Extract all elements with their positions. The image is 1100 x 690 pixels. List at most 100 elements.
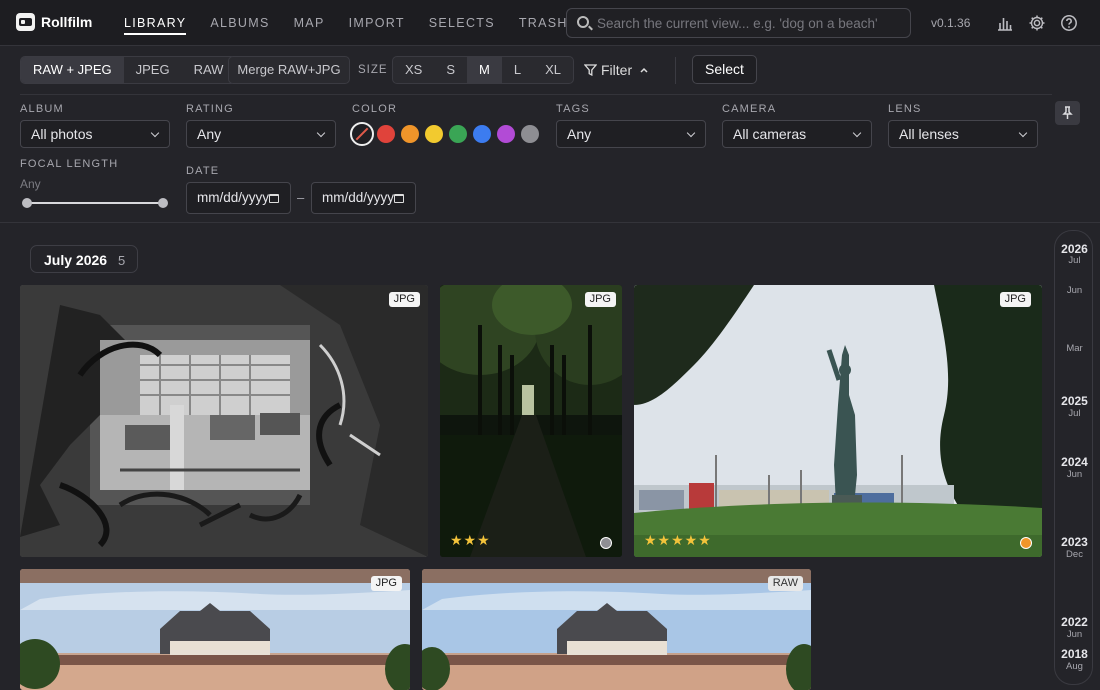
film-camera-icon	[16, 13, 35, 31]
date-to-placeholder: mm/dd/yyyy	[322, 190, 395, 205]
color-yellow-swatch[interactable]	[425, 125, 443, 143]
rating-select[interactable]: Any	[186, 120, 336, 148]
format-jpeg[interactable]: JPEG	[124, 57, 182, 83]
focal-length-min-handle[interactable]	[22, 198, 32, 208]
app-name: Rollfilm	[41, 14, 93, 30]
toolbar-divider	[675, 57, 676, 84]
filter-label: Filter	[601, 62, 633, 78]
calendar-icon	[269, 194, 279, 203]
stats-icon[interactable]	[996, 14, 1014, 32]
date-separator: –	[297, 190, 305, 205]
month-group-count: 5	[118, 253, 126, 268]
size-xs[interactable]: XS	[393, 57, 434, 83]
filter-toggle[interactable]: Filter	[584, 56, 649, 84]
rating-stars: ★★★★★	[644, 532, 712, 548]
color-gray-swatch[interactable]	[521, 125, 539, 143]
timeline-month[interactable]: Mar	[1055, 343, 1094, 354]
chevron-down-icon	[686, 128, 696, 138]
photo-thumbnail[interactable]: JPG	[20, 285, 428, 557]
timeline-year[interactable]: 2024	[1055, 455, 1094, 469]
photo-thumbnail[interactable]: JPG ★★★★★	[634, 285, 1042, 557]
size-m[interactable]: M	[467, 57, 502, 83]
nav-library[interactable]: LIBRARY	[124, 0, 187, 46]
month-group-header[interactable]: July 2026 5	[30, 245, 138, 273]
lens-label: LENS	[888, 103, 922, 115]
color-red-swatch[interactable]	[377, 125, 395, 143]
chevron-down-icon	[852, 128, 862, 138]
photo-thumbnail[interactable]: JPG	[20, 569, 410, 690]
size-toggle: XS S M L XL	[392, 56, 574, 84]
app-logo[interactable]: Rollfilm	[16, 13, 92, 31]
camera-label: CAMERA	[722, 103, 777, 115]
color-green-swatch[interactable]	[449, 125, 467, 143]
color-label: COLOR	[352, 103, 398, 115]
timeline-month[interactable]: Jun	[1055, 469, 1094, 480]
calendar-icon	[394, 194, 404, 203]
timeline-year[interactable]: 2022	[1055, 615, 1094, 629]
album-label: ALBUM	[20, 103, 64, 115]
nav-map[interactable]: MAP	[294, 0, 325, 46]
focal-length-max-handle[interactable]	[158, 198, 168, 208]
main-nav: LIBRARY ALBUMS MAP IMPORT SELECTS TRASH	[124, 0, 592, 46]
tags-label: TAGS	[556, 103, 590, 115]
focal-length-label: FOCAL LENGTH	[20, 158, 119, 170]
nav-import[interactable]: IMPORT	[349, 0, 405, 46]
size-s[interactable]: S	[434, 57, 467, 83]
filter-panel-divider	[0, 222, 1100, 223]
focal-length-track	[27, 202, 163, 204]
album-value: All photos	[31, 126, 93, 142]
camera-select[interactable]: All cameras	[722, 120, 872, 148]
pin-panel-button[interactable]	[1055, 101, 1080, 125]
timeline-month[interactable]: Jul	[1055, 255, 1094, 266]
format-raw-jpeg[interactable]: RAW + JPEG	[21, 57, 124, 83]
nav-selects[interactable]: SELECTS	[429, 0, 495, 46]
color-blue-swatch[interactable]	[473, 125, 491, 143]
search-box	[566, 8, 911, 38]
photo-tree-alley	[440, 285, 622, 557]
chevron-up-icon	[640, 67, 648, 73]
size-l[interactable]: L	[502, 57, 533, 83]
album-select[interactable]: All photos	[20, 120, 170, 148]
photo-thumbnail[interactable]: JPG ★★★	[440, 285, 622, 557]
timeline-month[interactable]: Jun	[1055, 629, 1094, 640]
format-badge: JPG	[999, 292, 1031, 307]
focal-length-value: Any	[20, 177, 41, 191]
timeline-scrubber[interactable]: 2026 Jul Jun Mar 2025 Jul 2024 Jun 2023 …	[1054, 230, 1093, 685]
chevron-down-icon	[150, 128, 160, 138]
timeline-month[interactable]: Dec	[1055, 549, 1094, 560]
timeline-year[interactable]: 2026	[1055, 242, 1094, 256]
lens-select[interactable]: All lenses	[888, 120, 1038, 148]
timeline-year[interactable]: 2023	[1055, 535, 1094, 549]
timeline-year[interactable]: 2025	[1055, 394, 1094, 408]
pin-icon	[1062, 106, 1073, 119]
size-label: SIZE	[358, 64, 388, 76]
color-none-swatch[interactable]	[350, 122, 374, 146]
photo-house-wall-raw	[422, 569, 811, 690]
app-version: v0.1.36	[931, 16, 971, 30]
search-input[interactable]	[597, 9, 905, 37]
select-button[interactable]: Select	[692, 55, 757, 84]
top-bar: Rollfilm LIBRARY ALBUMS MAP IMPORT SELEC…	[0, 0, 1100, 46]
photo-thumbnail[interactable]: RAW	[422, 569, 811, 690]
nav-albums[interactable]: ALBUMS	[210, 0, 269, 46]
color-purple-swatch[interactable]	[497, 125, 515, 143]
photo-graffiti-window	[20, 285, 428, 557]
format-badge: JPG	[388, 292, 420, 307]
gear-icon[interactable]	[1028, 14, 1046, 32]
timeline-month[interactable]: Jul	[1055, 408, 1094, 419]
month-group-title: July 2026	[44, 252, 108, 268]
date-from-input[interactable]: mm/dd/yyyy	[186, 182, 291, 214]
nav-trash[interactable]: TRASH	[519, 0, 568, 46]
camera-value: All cameras	[733, 126, 807, 142]
photo-house-wall	[20, 569, 410, 690]
timeline-month[interactable]: Jun	[1055, 285, 1094, 296]
merge-raw-jpg-button[interactable]: Merge RAW+JPG	[228, 56, 350, 84]
color-orange-swatch[interactable]	[401, 125, 419, 143]
color-label-dot	[600, 537, 612, 549]
timeline-month[interactable]: Aug	[1055, 661, 1094, 672]
size-xl[interactable]: XL	[533, 57, 573, 83]
help-icon[interactable]	[1060, 14, 1078, 32]
tags-select[interactable]: Any	[556, 120, 706, 148]
date-to-input[interactable]: mm/dd/yyyy	[311, 182, 416, 214]
timeline-year[interactable]: 2018	[1055, 647, 1094, 661]
